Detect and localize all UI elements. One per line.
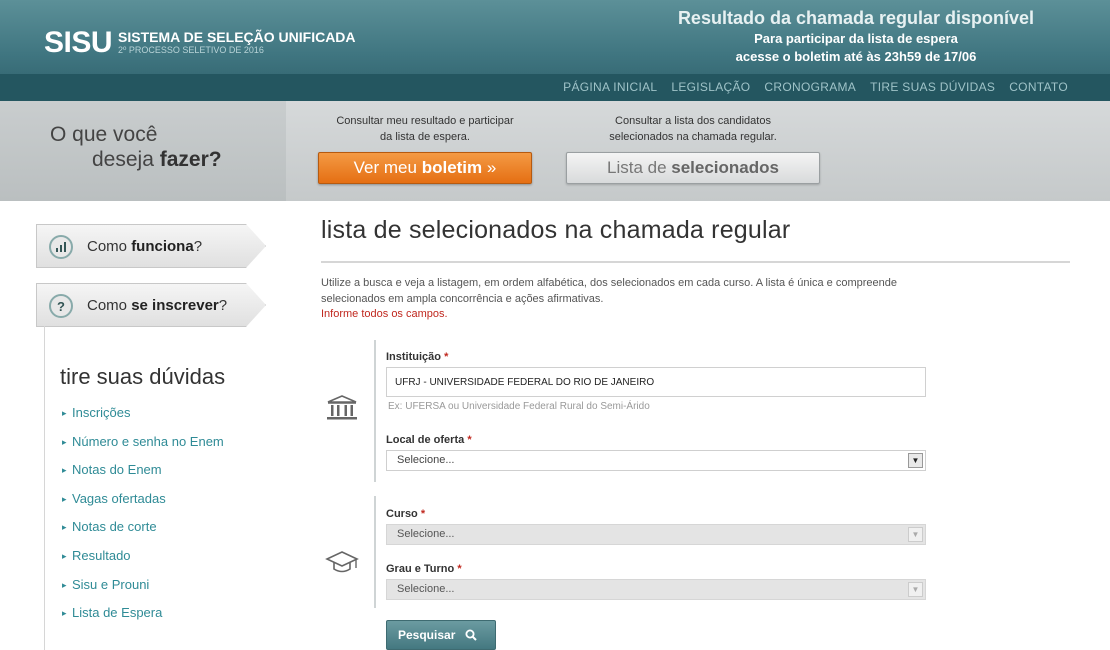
bullet-icon: ▸: [62, 579, 67, 590]
action-list-desc-1: Consultar a lista dos candidatos: [615, 115, 771, 127]
top-nav: PÁGINA INICIAL LEGISLAÇÃO CRONOGRAMA TIR…: [0, 74, 1110, 101]
faq-item-notas-corte[interactable]: ▸ Notas de corte: [62, 518, 224, 547]
logo-title: SISTEMA DE SELEÇÃO UNIFICADA: [118, 29, 356, 45]
faq-item-numero-senha[interactable]: ▸ Número e senha no Enem: [62, 433, 224, 462]
faq-item-inscricoes[interactable]: ▸ Inscrições: [62, 404, 224, 433]
view-boletim-button[interactable]: Ver meu boletim »: [318, 152, 532, 184]
action-list-desc-2: selecionados na chamada regular.: [609, 131, 777, 143]
bullet-icon: ▸: [62, 408, 67, 418]
faq-item-resultado[interactable]: ▸ Resultado: [62, 547, 224, 576]
faq-title: tire suas dúvidas: [60, 364, 226, 389]
action-selected-list: Consultar a lista dos candidatos selecio…: [565, 113, 821, 184]
question-panel: O que você deseja fazer?: [0, 101, 286, 201]
course-group-bar: [374, 496, 376, 608]
how-it-works-tab[interactable]: Como funciona?: [36, 224, 266, 268]
bullet-icon: ▸: [62, 465, 67, 476]
dropdown-arrow-icon: ▼: [908, 527, 923, 542]
faq-item-vagas[interactable]: ▸ Vagas ofertadas: [62, 490, 224, 519]
question-line-2: deseja fazer?: [92, 148, 222, 171]
how-to-register-tab[interactable]: ? Como se inscrever?: [36, 283, 266, 327]
intro-text: Utilize a busca e veja a listagem, em or…: [321, 275, 1041, 307]
nav-item-schedule[interactable]: CRONOGRAMA: [764, 80, 856, 94]
search-icon: [465, 629, 477, 641]
course-label: Curso *: [386, 508, 426, 520]
degree-select-value: Selecione...: [397, 583, 455, 595]
location-label: Local de oferta *: [386, 434, 472, 446]
bullet-icon: ▸: [62, 522, 67, 533]
required-notice: Informe todos os campos.: [321, 308, 448, 320]
nav-item-legislation[interactable]: LEGISLAÇÃO: [671, 80, 750, 94]
nav-item-faq[interactable]: TIRE SUAS DÚVIDAS: [870, 80, 995, 94]
sisu-logo[interactable]: SISU SISTEMA DE SELEÇÃO UNIFICADA 2º PRO…: [44, 28, 356, 58]
announcement-line-1: Para participar da lista de espera: [754, 31, 958, 46]
bullet-icon: ▸: [62, 550, 67, 561]
faq-item-notas-enem[interactable]: ▸ Notas do Enem: [62, 461, 224, 490]
nav-item-contact[interactable]: CONTATO: [1009, 80, 1068, 94]
action-band: O que você deseja fazer? Consultar meu r…: [0, 101, 1110, 201]
question-icon: ?: [49, 294, 73, 318]
question-line-1: O que você: [50, 123, 158, 146]
degree-select[interactable]: Selecione... ▼: [386, 579, 926, 600]
dropdown-arrow-icon: ▼: [908, 582, 923, 597]
dropdown-arrow-icon: ▼: [908, 453, 923, 468]
institution-hint: Ex: UFERSA ou Universidade Federal Rural…: [388, 401, 650, 412]
bullet-icon: ▸: [62, 493, 67, 504]
page-title: lista de selecionados na chamada regular: [321, 216, 791, 244]
title-divider: [321, 261, 1070, 263]
nav-item-home[interactable]: PÁGINA INICIAL: [563, 80, 657, 94]
degree-label: Grau e Turno *: [386, 563, 462, 575]
location-select-value: Selecione...: [397, 454, 455, 466]
how-it-works-label: Como funciona?: [87, 238, 203, 255]
faq-list: ▸ Inscrições ▸ Número e senha no Enem ▸ Not…: [62, 404, 224, 633]
course-select[interactable]: Selecione... ▼: [386, 524, 926, 545]
institution-label: Instituição *: [386, 351, 449, 363]
faq-item-lista-espera[interactable]: ▸ Lista de Espera: [62, 604, 224, 633]
action-result-desc-1: Consultar meu resultado e participar: [336, 115, 514, 127]
logo-subtitle: 2º PROCESSO SELETIVO DE 2016: [118, 45, 264, 55]
chart-icon: [49, 235, 73, 259]
institution-group-bar: [374, 340, 376, 482]
course-select-value: Selecione...: [397, 528, 455, 540]
action-result: Consultar meu resultado e participar da …: [316, 113, 534, 184]
announcement: Resultado da chamada regular disponível …: [646, 6, 1066, 66]
selected-list-button[interactable]: Lista de selecionados: [566, 152, 820, 184]
institution-building-icon: [325, 394, 359, 422]
action-result-desc-2: da lista de espera.: [380, 131, 470, 143]
graduation-cap-icon: [325, 548, 359, 576]
intro-line-2: selecionados em ampla concorrência e açõ…: [321, 293, 604, 305]
location-select[interactable]: Selecione... ▼: [386, 450, 926, 471]
faq-item-sisu-prouni[interactable]: ▸ Sisu e Prouni: [62, 576, 224, 605]
intro-line-1: Utilize a busca e veja a listagem, em or…: [321, 277, 897, 289]
site-header: SISU SISTEMA DE SELEÇÃO UNIFICADA 2º PRO…: [0, 0, 1110, 101]
announcement-title: Resultado da chamada regular disponível: [677, 8, 1035, 28]
how-to-register-label: Como se inscrever?: [87, 297, 228, 314]
logo-text: SISU: [44, 26, 113, 59]
bullet-icon: ▸: [62, 436, 67, 447]
bullet-icon: ▸: [62, 608, 67, 619]
institution-input[interactable]: [386, 367, 926, 397]
search-button[interactable]: Pesquisar: [386, 620, 496, 650]
sidebar-divider: [44, 326, 45, 650]
announcement-line-2: acesse o boletim até às 23h59 de 17/06: [735, 49, 977, 64]
